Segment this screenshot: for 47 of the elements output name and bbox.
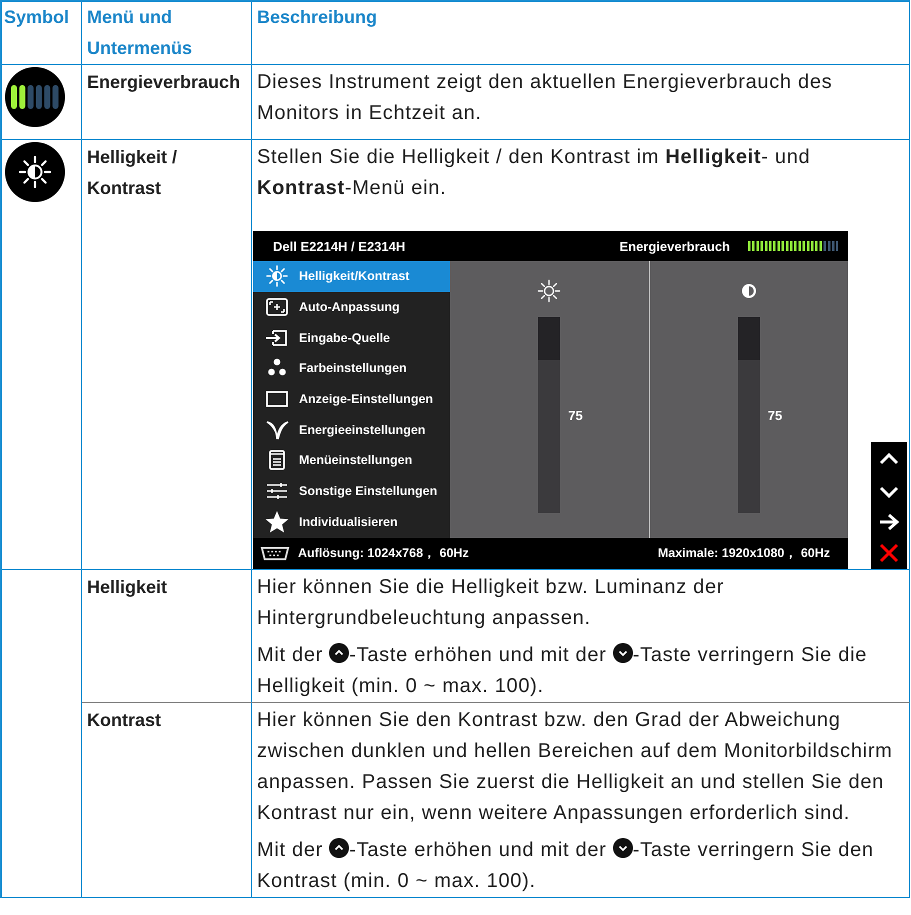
slider-track[interactable] <box>738 317 760 513</box>
chevron-up-icon <box>329 838 350 858</box>
description-text: Dieses Instrument zeigt den aktuellen Energieverbrauch des Monitors in Echtzeit an. <box>257 71 832 124</box>
description-text: Helligkeit (min. 0 ~ max. 100). <box>257 675 544 697</box>
close-icon[interactable] <box>877 541 901 565</box>
slider-track[interactable] <box>538 317 560 513</box>
menu-name: Kontrast <box>82 703 252 898</box>
menu-item[interactable]: Eingabe-Quelle <box>253 322 450 354</box>
menu-name: Helligkeit / Kontrast <box>82 140 252 570</box>
column-header: Symbol <box>2 2 82 65</box>
description-text: Mit der <box>257 644 324 666</box>
description-text: -Taste verringern Sie den <box>632 839 874 861</box>
menu-item[interactable]: Menüeinstellungen <box>253 445 450 476</box>
energy-label: Energieverbrauch <box>619 238 730 254</box>
description-text: Hier können Sie den Kontrast bzw. den Grad der Abweichung zwischen dunklen und hellen Bereichen auf dem Monitorbildschirm anpassen. Passen Sie zuerst die Helligkeit an und stellen Sie den Kontrast nur ein, wenn weitere Anpassungen erforderlich sind. <box>257 709 893 824</box>
menu-item[interactable]: Sonstige Einstellungen <box>253 476 450 506</box>
description-text: Mit der <box>257 839 324 861</box>
menu-item[interactable]: Anzeige-Einstellungen <box>253 384 450 414</box>
column-header: Beschreibung <box>252 2 910 65</box>
resolution-text: Auflösung: 1024x768， 60Hz <box>298 545 470 562</box>
description-text: Kontrast (min. 0 ~ max. 100). <box>257 870 536 892</box>
description-text: -Taste erhöhen und mit der <box>349 644 608 666</box>
osd-title: Dell E2214H / E2314H <box>273 238 406 254</box>
power-meter-icon <box>5 67 65 127</box>
description-text: Stellen Sie die Helligkeit / den Kontrast im Helligkeit- und Kontrast-Menü ein. <box>257 146 810 199</box>
sun-icon <box>265 264 289 288</box>
sun-icon <box>537 279 562 303</box>
slider-value: 75 <box>568 408 584 422</box>
menu-item[interactable]: Energieeinstellungen <box>253 414 450 446</box>
description-text: -Taste erhöhen und mit der <box>349 839 608 861</box>
sun-icon <box>5 142 65 202</box>
column-header: Menü und Untermenüs <box>82 2 252 65</box>
menu-item[interactable]: Farbeinstellungen <box>253 353 450 384</box>
chevron-down-icon <box>612 838 633 858</box>
chevron-down-icon <box>612 643 633 663</box>
menu-name: Energieverbrauch <box>82 65 252 140</box>
menu-name: Helligkeit <box>82 570 252 703</box>
chevron-up-icon <box>329 643 350 663</box>
menu-item[interactable]: Auto-Anpassung <box>253 292 450 322</box>
description-text: Hier können Sie die Helligkeit bzw. Luminanz der Hintergrundbeleuchtung anpassen. <box>257 576 724 629</box>
menu-item[interactable]: Individualisieren <box>253 506 450 538</box>
slider-value: 75 <box>768 408 784 422</box>
connector-icon <box>258 546 292 561</box>
menu-item[interactable]: Helligkeit/Kontrast <box>253 261 450 292</box>
max-resolution-text: Maximale: 1920x1080， 60Hz <box>658 545 830 562</box>
description-text: -Taste verringern Sie die <box>632 644 868 666</box>
star-icon <box>265 510 289 534</box>
